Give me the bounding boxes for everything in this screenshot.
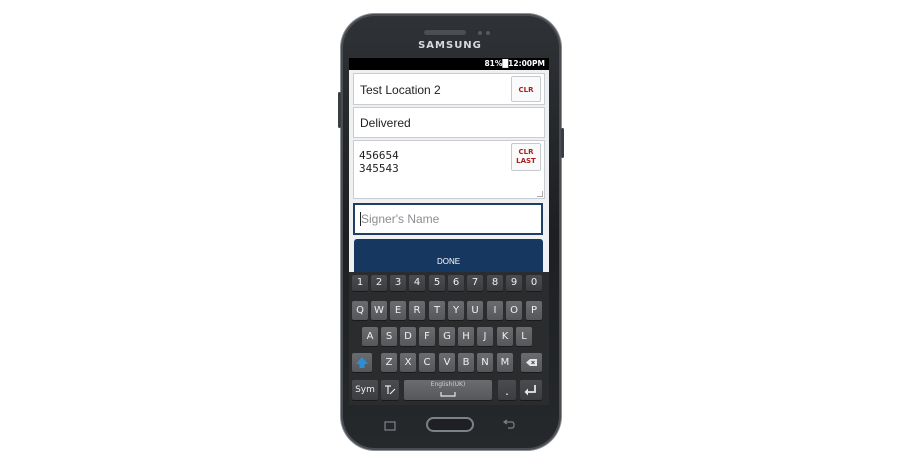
key-p[interactable]: P (526, 301, 542, 320)
scan-line: 456654 (359, 149, 399, 162)
sym-key[interactable]: Sym (352, 380, 378, 400)
key-j[interactable]: J (477, 327, 493, 346)
space-bar-icon (440, 392, 456, 397)
key-o[interactable]: O (506, 301, 522, 320)
key-1[interactable]: 1 (352, 275, 368, 291)
key-d[interactable]: D (400, 327, 416, 346)
volume-button (338, 92, 341, 128)
key-h[interactable]: H (458, 327, 474, 346)
space-language-label: English(UK) (430, 381, 466, 388)
key-u[interactable]: U (467, 301, 483, 320)
key-6[interactable]: 6 (448, 275, 464, 291)
key-a[interactable]: A (362, 327, 378, 346)
location-value: Test Location 2 (360, 83, 441, 97)
key-r[interactable]: R (409, 301, 425, 320)
status-field[interactable]: Delivered (353, 107, 545, 138)
key-c[interactable]: C (419, 353, 435, 372)
handwriting-key[interactable] (381, 380, 399, 400)
key-q[interactable]: Q (352, 301, 368, 320)
key-3[interactable]: 3 (390, 275, 406, 291)
clear-location-button[interactable]: CLR (511, 76, 541, 102)
front-camera (478, 31, 482, 35)
home-button[interactable] (426, 417, 474, 432)
back-button[interactable] (502, 417, 516, 429)
power-button (561, 128, 564, 158)
recent-apps-button[interactable] (384, 418, 396, 431)
key-b[interactable]: B (458, 353, 474, 372)
enter-key[interactable] (520, 380, 542, 400)
key-8[interactable]: 8 (487, 275, 503, 291)
key-7[interactable]: 7 (467, 275, 483, 291)
key-v[interactable]: V (439, 353, 455, 372)
sensor (486, 31, 490, 35)
handwriting-icon (385, 385, 396, 395)
key-5[interactable]: 5 (429, 275, 445, 291)
key-i[interactable]: I (487, 301, 503, 320)
back-icon (502, 419, 515, 429)
key-s[interactable]: S (381, 327, 397, 346)
key-z[interactable]: Z (381, 353, 397, 372)
key-m[interactable]: M (497, 353, 513, 372)
enter-icon (524, 385, 536, 396)
key-2[interactable]: 2 (371, 275, 387, 291)
shift-icon (356, 357, 368, 368)
brand-logo: SAMSUNG (418, 40, 482, 51)
scan-line: 345543 (359, 162, 399, 175)
key-g[interactable]: G (439, 327, 455, 346)
period-key[interactable]: . (498, 380, 516, 400)
backspace-key[interactable] (521, 353, 542, 372)
key-x[interactable]: X (400, 353, 416, 372)
shift-key[interactable] (352, 353, 372, 372)
key-n[interactable]: N (477, 353, 493, 372)
key-w[interactable]: W (371, 301, 387, 320)
key-9[interactable]: 9 (506, 275, 522, 291)
clear-location-label: CLR (518, 86, 534, 94)
key-e[interactable]: E (390, 301, 406, 320)
signers-name-input[interactable]: Signer's Name (353, 203, 543, 235)
space-key[interactable]: English(UK) (404, 380, 492, 400)
key-f[interactable]: F (419, 327, 435, 346)
clear-last-label-2: LAST (516, 157, 536, 165)
status-bar: 81%█12:00PM (349, 58, 549, 70)
key-4[interactable]: 4 (409, 275, 425, 291)
key-t[interactable]: T (429, 301, 445, 320)
soft-keyboard: 1 2 3 4 5 6 7 8 9 0 Q W E R T Y U I O P … (349, 272, 549, 405)
clear-last-label: CLR (518, 148, 534, 156)
signers-name-placeholder: Signer's Name (361, 212, 440, 226)
resize-handle[interactable] (537, 191, 543, 197)
key-l[interactable]: L (516, 327, 532, 346)
key-k[interactable]: K (497, 327, 513, 346)
recent-apps-icon (384, 421, 396, 431)
earpiece-speaker (424, 30, 466, 35)
key-0[interactable]: 0 (526, 275, 542, 291)
backspace-icon (526, 359, 537, 366)
screen: 81%█12:00PM Test Location 2 CLR Delivere… (349, 58, 549, 405)
clear-last-button[interactable]: CLR LAST (511, 143, 541, 171)
status-value: Delivered (360, 116, 411, 130)
key-y[interactable]: Y (448, 301, 464, 320)
